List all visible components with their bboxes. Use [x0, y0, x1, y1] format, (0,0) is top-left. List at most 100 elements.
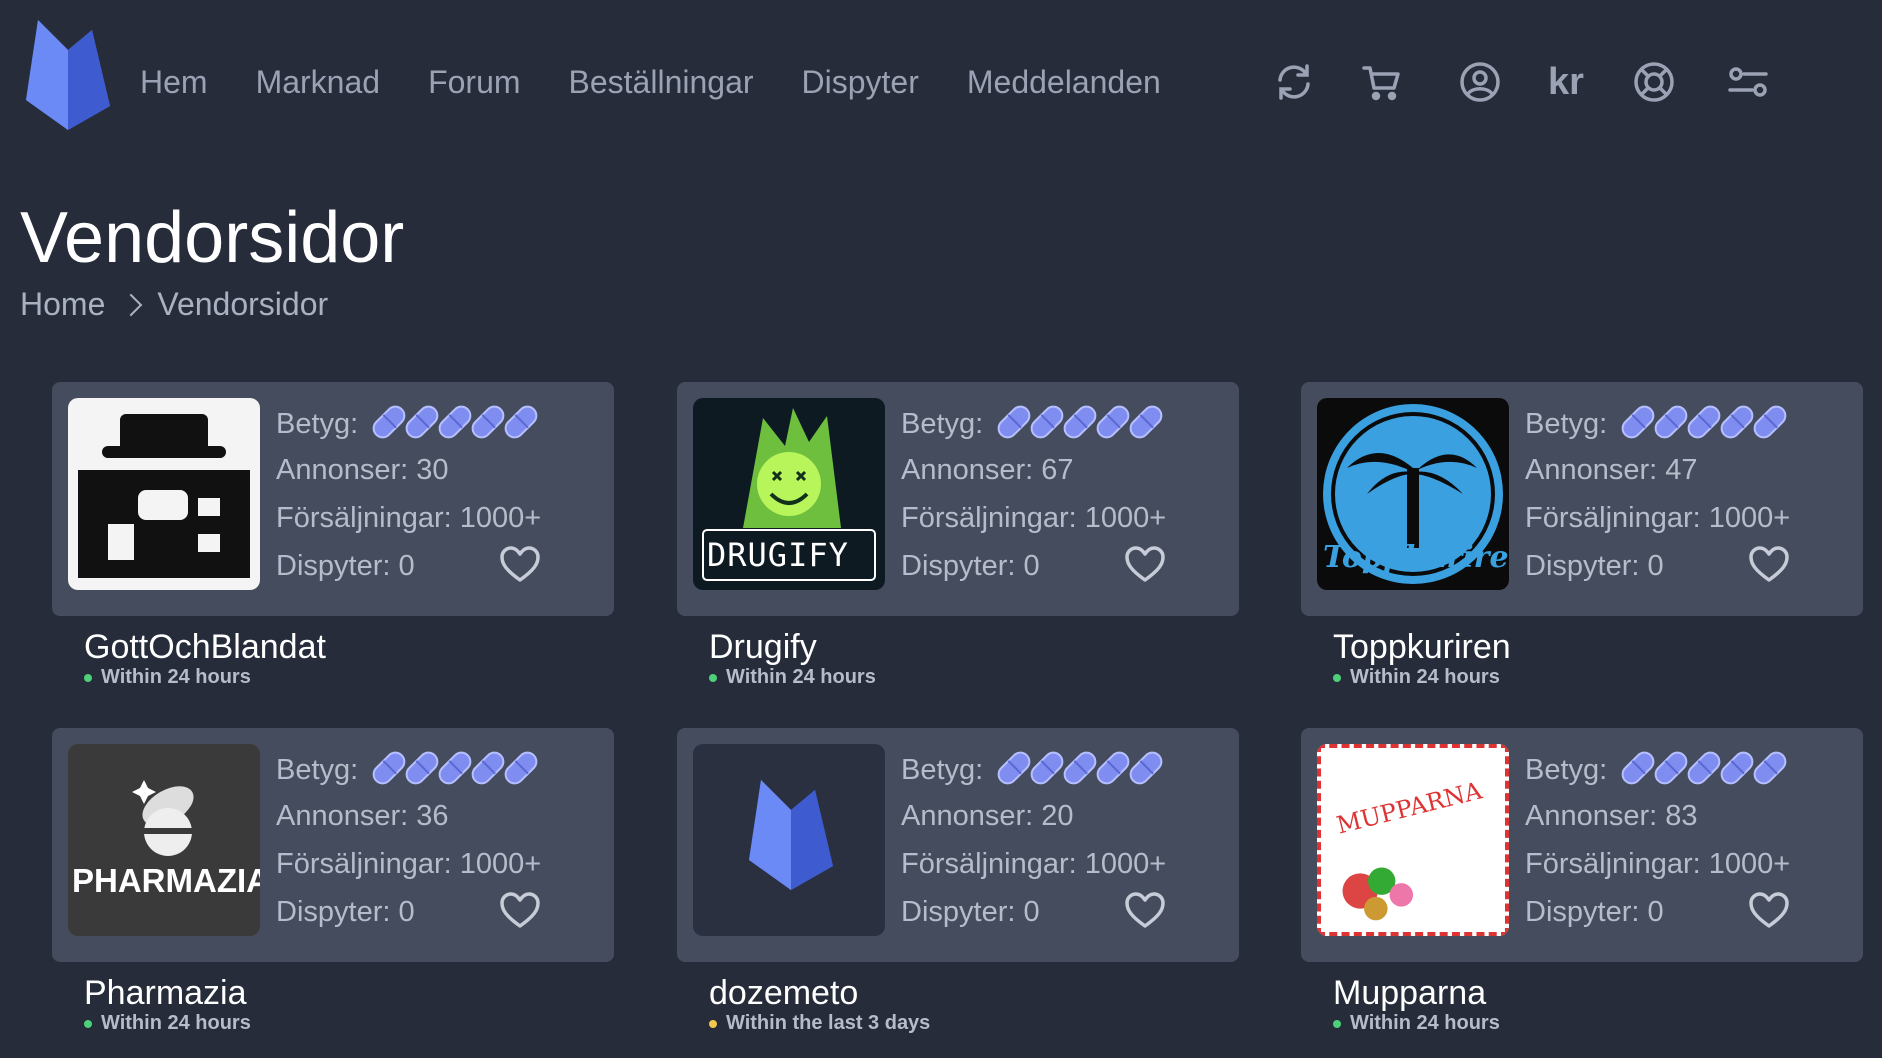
rating-pill-icon: [434, 747, 476, 789]
top-navbar: Hem Marknad Forum Beställningar Dispyter…: [0, 0, 1882, 164]
vendor-listings: Annonser: 67: [901, 454, 1074, 486]
vendor-name[interactable]: GottOchBlandat: [84, 627, 326, 667]
status-dot-icon: [84, 673, 92, 682]
rating-pill-icon: [1650, 747, 1692, 789]
vendor-listings: Annonser: 20: [901, 800, 1074, 832]
rating-pills: [993, 401, 1167, 443]
rating-pill-icon: [1092, 747, 1134, 789]
rating-label: Betyg:: [1525, 754, 1608, 786]
vendor-activity-status: Within 24 hours: [1333, 1012, 1500, 1035]
vendor-avatar[interactable]: MUPPARNA: [1317, 744, 1509, 936]
vendor-sales: Försäljningar: 1000+: [276, 848, 542, 880]
nav-messages[interactable]: Meddelanden: [967, 60, 1161, 104]
rating-pill-icon: [1125, 401, 1167, 443]
status-text: Within 24 hours: [1350, 1012, 1500, 1034]
vendor-rating: Betyg:: [276, 747, 542, 789]
vendor-card-body[interactable]: Toppkuriren Betyg: Annonser: 47 Försäljn…: [1301, 382, 1863, 616]
vendor-rating: Betyg:: [1525, 401, 1791, 443]
user-icon[interactable]: [1454, 56, 1506, 108]
rating-pill-icon: [368, 747, 410, 789]
vendor-card-body[interactable]: MUPPARNA Betyg: Annonser: 83 Försäljning…: [1301, 728, 1863, 962]
vendor-activity-status: Within 24 hours: [1333, 666, 1500, 689]
status-dot-icon: [1333, 1019, 1341, 1028]
vendor-disputes: Dispyter: 0: [1525, 896, 1664, 928]
favorite-heart-icon[interactable]: [500, 892, 540, 930]
vendor-disputes: Dispyter: 0: [1525, 550, 1664, 582]
rating-pill-icon: [368, 401, 410, 443]
rating-pill-icon: [500, 747, 542, 789]
nav-orders[interactable]: Beställningar: [569, 60, 754, 104]
rating-pill-icon: [1683, 401, 1725, 443]
vendor-sales: Försäljningar: 1000+: [901, 502, 1167, 534]
vendor-sales: Försäljningar: 1000+: [1525, 502, 1791, 534]
breadcrumb: Home Vendorsidor: [20, 286, 328, 323]
main-menu: Hem Marknad Forum Beställningar Dispyter…: [140, 60, 1209, 104]
rating-pill-icon: [1617, 747, 1659, 789]
vendor-activity-status: Within 24 hours: [709, 666, 876, 689]
favorite-heart-icon[interactable]: [1749, 546, 1789, 584]
rating-label: Betyg:: [276, 754, 359, 786]
vendor-activity-status: Within 24 hours: [84, 666, 251, 689]
nav-forum[interactable]: Forum: [428, 60, 520, 104]
rating-pill-icon: [1749, 401, 1791, 443]
settings-sliders-icon[interactable]: [1722, 56, 1774, 108]
vendor-name[interactable]: Toppkuriren: [1333, 627, 1511, 667]
favorite-heart-icon[interactable]: [1749, 892, 1789, 930]
vendor-card-body[interactable]: Betyg: Annonser: 20 Försäljningar: 1000+…: [677, 728, 1239, 962]
favorite-heart-icon[interactable]: [1125, 892, 1165, 930]
rating-pills: [368, 401, 542, 443]
vendor-avatar[interactable]: PHARMAZIA: [68, 744, 260, 936]
status-text: Within 24 hours: [1350, 666, 1500, 688]
nav-market[interactable]: Marknad: [256, 60, 381, 104]
rating-pills: [993, 747, 1167, 789]
favorite-heart-icon[interactable]: [500, 546, 540, 584]
breadcrumb-home[interactable]: Home: [20, 286, 105, 323]
rating-pill-icon: [401, 401, 443, 443]
toppkuriren-logo-text: Toppkuriren: [1323, 540, 1509, 575]
vendor-name[interactable]: Pharmazia: [84, 973, 247, 1013]
vendor-card-body[interactable]: Betyg: Annonser: 30 Försäljningar: 1000+…: [52, 382, 614, 616]
chevron-right-icon: [120, 293, 143, 316]
vendor-sales: Försäljningar: 1000+: [276, 502, 542, 534]
status-dot-icon: [84, 1019, 92, 1028]
vendor-name[interactable]: Drugify: [709, 627, 817, 667]
vendor-avatar[interactable]: Toppkuriren: [1317, 398, 1509, 590]
vendor-disputes: Dispyter: 0: [276, 896, 415, 928]
vendor-activity-status: Within the last 3 days: [709, 1012, 930, 1035]
nav-disputes[interactable]: Dispyter: [802, 60, 919, 104]
rating-pill-icon: [1059, 401, 1101, 443]
vendor-listings: Annonser: 30: [276, 454, 449, 486]
vendor-avatar[interactable]: DRUGIFY: [693, 398, 885, 590]
lifebuoy-icon[interactable]: [1628, 56, 1680, 108]
rating-label: Betyg:: [1525, 408, 1608, 440]
vendor-activity-status: Within 24 hours: [84, 1012, 251, 1035]
vendor-disputes: Dispyter: 0: [901, 896, 1040, 928]
rating-pill-icon: [1716, 747, 1758, 789]
pharmazia-logo-text: PHARMAZIA: [72, 862, 260, 899]
vendor-avatar[interactable]: [68, 398, 260, 590]
vendor-disputes: Dispyter: 0: [901, 550, 1040, 582]
cart-icon[interactable]: [1356, 56, 1408, 108]
refresh-icon[interactable]: [1268, 56, 1320, 108]
page-title: Vendorsidor: [20, 198, 405, 278]
rating-pill-icon: [1683, 747, 1725, 789]
rating-pill-icon: [434, 401, 476, 443]
vendor-card-body[interactable]: PHARMAZIA Betyg: Annonser: 36 Försäljnin…: [52, 728, 614, 962]
nav-home[interactable]: Hem: [140, 60, 208, 104]
rating-pill-icon: [1125, 747, 1167, 789]
site-logo[interactable]: [26, 20, 110, 130]
vendor-rating: Betyg:: [901, 747, 1167, 789]
vendor-listings: Annonser: 47: [1525, 454, 1698, 486]
rating-pill-icon: [1092, 401, 1134, 443]
vendor-listings: Annonser: 36: [276, 800, 449, 832]
rating-pill-icon: [993, 747, 1035, 789]
vendor-name[interactable]: Mupparna: [1333, 973, 1486, 1013]
vendor-card-body[interactable]: DRUGIFY Betyg: Annonser: 67 Försäljninga…: [677, 382, 1239, 616]
favorite-heart-icon[interactable]: [1125, 546, 1165, 584]
currency-button[interactable]: kr: [1540, 56, 1592, 108]
rating-pills: [1617, 401, 1791, 443]
status-text: Within the last 3 days: [726, 1012, 931, 1034]
vendor-name[interactable]: dozemeto: [709, 973, 858, 1013]
vendor-avatar[interactable]: [693, 744, 885, 936]
rating-label: Betyg:: [901, 408, 984, 440]
